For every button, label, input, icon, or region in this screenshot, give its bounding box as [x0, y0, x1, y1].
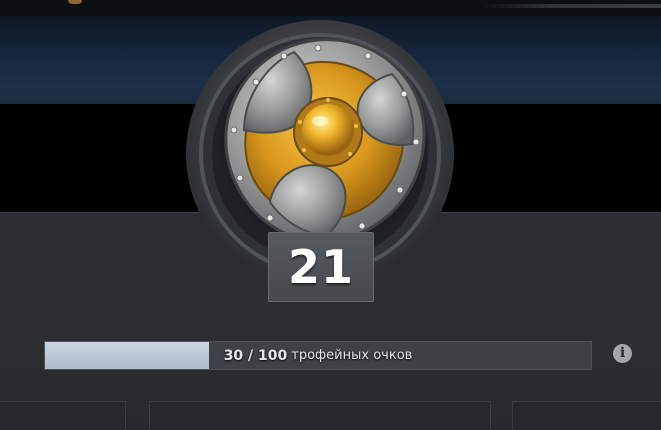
bottom-cell-middle — [149, 401, 491, 430]
top-ornament — [480, 4, 661, 8]
level-badge: 21 — [268, 232, 374, 302]
top-strip — [0, 0, 661, 16]
trophy-max: 100 — [258, 347, 288, 364]
bottom-cell-right — [512, 401, 661, 430]
top-glint — [68, 0, 82, 4]
trophy-progress-label: 30 / 100 трофейных очков — [45, 342, 591, 369]
bottom-cell-left — [0, 401, 126, 430]
info-icon[interactable]: i — [613, 344, 632, 363]
level-number: 21 — [287, 240, 354, 294]
profile-level-screen: 21 30 / 100 трофейных очков i — [0, 0, 661, 430]
trophy-separator: / — [248, 347, 254, 364]
trophy-progress-bar: 30 / 100 трофейных очков — [44, 341, 592, 370]
shield-medal-icon — [221, 38, 429, 246]
trophy-progress-count: 30 / 100 — [224, 348, 288, 364]
trophy-current: 30 — [223, 347, 244, 364]
trophy-unit-label: трофейных очков — [291, 348, 413, 363]
